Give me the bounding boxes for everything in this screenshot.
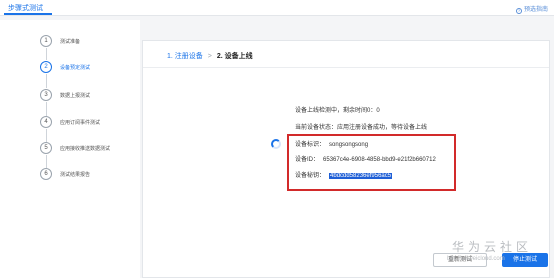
step-item-4[interactable]: 4 应用订阅事件测试 (40, 115, 100, 129)
step-connector (46, 48, 47, 60)
device-identifier-label: 设备标识： (295, 142, 326, 148)
device-state-text: 当前设备状态：应用注册设备成功，等待设备上线 (295, 125, 428, 131)
step-connector (46, 102, 47, 116)
countdown-text: 设备上线检测中，剩余时间0：0 (295, 108, 380, 114)
help-label: 预选指南 (523, 7, 548, 13)
divider (143, 67, 549, 68)
step-label: 应用接收推送数据测试 (60, 145, 111, 152)
loading-spinner-icon (271, 139, 281, 149)
question-icon: ? (515, 8, 522, 14)
device-secret-value[interactable]: 4bdcdd58236ef956ac5 (329, 173, 393, 179)
step-item-6[interactable]: 6 测试结果报告 (40, 167, 90, 181)
chevron-right-icon: > (207, 53, 212, 60)
device-id-value: 65367c4e-6908-4858-bbd9-e21f2b660712 (323, 157, 436, 163)
step-label: 测试结果报告 (60, 171, 91, 178)
sub-step-tabs: 1. 注册设备 >2. 设备上线 (167, 51, 253, 61)
tab-register-device[interactable]: 1. 注册设备 (167, 53, 203, 60)
device-secret-row: 设备秘钥： 4bdcdd58236ef956ac5 (295, 170, 393, 179)
device-id-row: 设备ID： 65367c4e-6908-4858-bbd9-e21f2b66071… (295, 154, 436, 163)
tab-device-online[interactable]: 2. 设备上线 (217, 53, 253, 60)
watermark-text: 华为云社区 (452, 240, 533, 254)
device-identifier-row: 设备标识： songsongsong (295, 139, 368, 148)
step-connector (46, 74, 47, 88)
step-number: 5 (40, 142, 52, 154)
step-item-5[interactable]: 5 应用接收推送数据测试 (40, 141, 110, 155)
step-item-1[interactable]: 1 测试准备 (40, 34, 80, 48)
page-title: 步骤式测试 (8, 5, 43, 12)
step-item-2[interactable]: 2 设备预定测试 (40, 60, 90, 74)
active-tab-indicator (4, 13, 52, 15)
step-number: 6 (40, 168, 52, 180)
device-secret-label: 设备秘钥： (295, 173, 326, 179)
step-label: 数据上报测试 (60, 92, 91, 99)
step-navigator: 1 测试准备 2 设备预定测试 3 数据上报测试 4 应用订阅事件测试 5 应用… (0, 20, 140, 278)
device-identifier-value: songsongsong (329, 142, 369, 148)
stop-test-button[interactable]: 停止测试 (502, 253, 548, 267)
watermark-url: bbs.huaweicloud.com (447, 256, 505, 262)
step-number: 1 (40, 35, 52, 47)
help-link[interactable]: ? 预选指南 (515, 4, 548, 14)
step-label: 设备预定测试 (60, 64, 91, 71)
step-number: 2 (40, 61, 52, 73)
step-label: 测试准备 (60, 38, 81, 45)
step-number: 4 (40, 116, 52, 128)
device-id-label: 设备ID： (295, 157, 320, 163)
step-label: 应用订阅事件测试 (60, 119, 101, 126)
step-item-3[interactable]: 3 数据上报测试 (40, 88, 90, 102)
top-bar: 步骤式测试 ? 预选指南 (0, 0, 554, 16)
step-number: 3 (40, 89, 52, 101)
